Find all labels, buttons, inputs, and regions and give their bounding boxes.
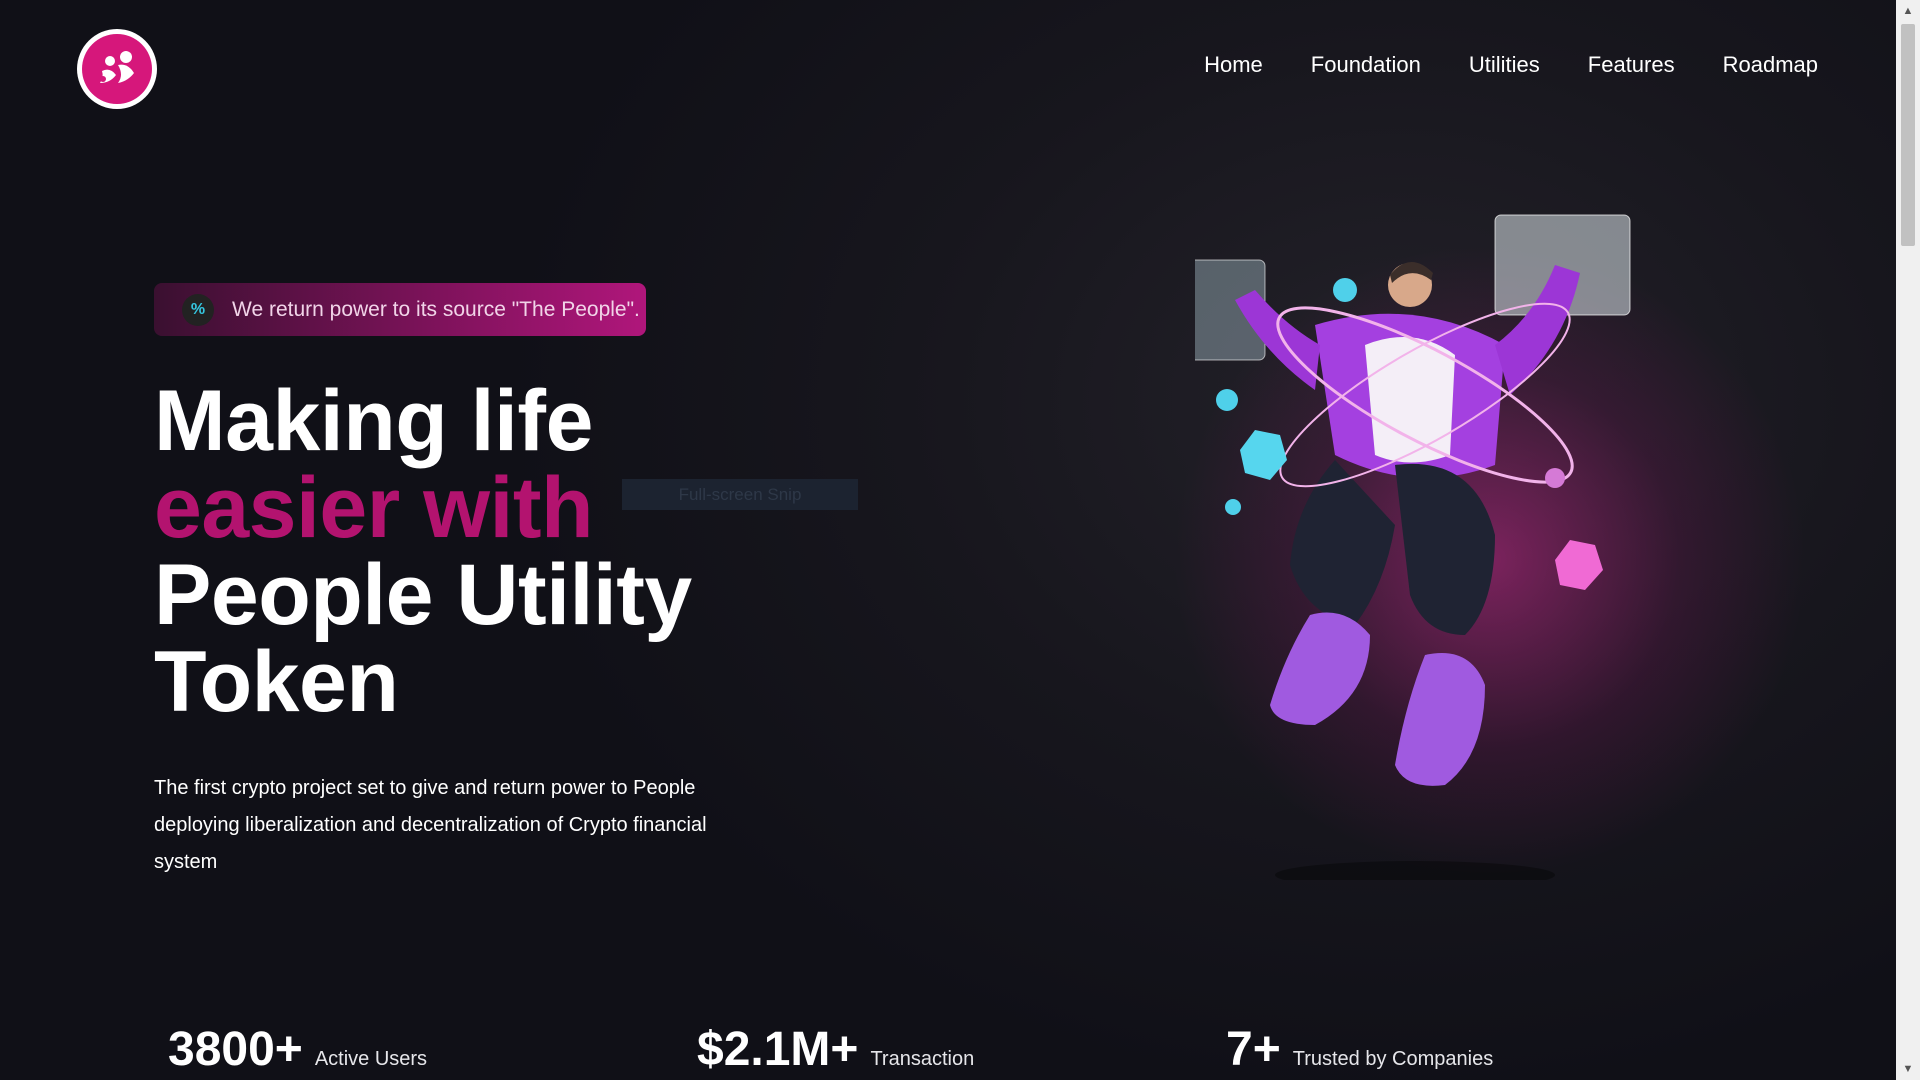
logo-people-icon (82, 34, 152, 104)
nav-home[interactable]: Home (1204, 52, 1263, 78)
main-nav: Home Foundation Utilities Features Roadm… (1204, 52, 1818, 78)
site-logo[interactable] (77, 29, 157, 109)
tagline-text: We return power to its source "The Peopl… (232, 297, 640, 321)
hero-description: The first crypto project set to give and… (154, 777, 707, 873)
tagline-badge: % We return power to its source "The Peo… (154, 283, 646, 336)
scroll-up-arrow-icon[interactable]: ▲ (1896, 0, 1920, 22)
hero-title-line-1: Making life (154, 373, 593, 469)
stat-active-users: 3800+ Active Users (168, 1022, 427, 1077)
nav-foundation[interactable]: Foundation (1311, 52, 1421, 78)
full-screen-snip-overlay: Full-screen Snip (622, 479, 858, 510)
hero-title: Making life easier with People Utility T… (154, 378, 692, 726)
nav-roadmap[interactable]: Roadmap (1723, 52, 1818, 78)
page-background: Home Foundation Utilities Features Roadm… (0, 0, 1896, 1080)
stat-label: Transaction (870, 1048, 975, 1070)
vertical-scrollbar[interactable]: ▲ ▼ (1896, 0, 1920, 1080)
stat-transaction: $2.1M+ Transaction (697, 1022, 974, 1077)
hero-title-line-2: easier with (154, 460, 594, 556)
stat-value: 7+ (1226, 1023, 1281, 1076)
scroll-down-arrow-icon[interactable]: ▼ (1896, 1058, 1920, 1080)
nav-utilities[interactable]: Utilities (1469, 52, 1540, 78)
stat-label: Trusted by Companies (1292, 1048, 1494, 1070)
percent-icon: % (182, 293, 214, 326)
stat-value: $2.1M+ (697, 1023, 859, 1076)
hero-title-line-4: Token (154, 634, 399, 730)
scrollbar-thumb[interactable] (1901, 24, 1915, 246)
nav-features[interactable]: Features (1588, 52, 1675, 78)
stat-trusted-companies: 7+ Trusted by Companies (1226, 1022, 1493, 1077)
hero-title-line-3: People Utility (154, 547, 692, 643)
hero-character-illustration (1195, 214, 1631, 880)
stat-label: Active Users (314, 1048, 428, 1070)
stat-value: 3800+ (168, 1023, 303, 1076)
